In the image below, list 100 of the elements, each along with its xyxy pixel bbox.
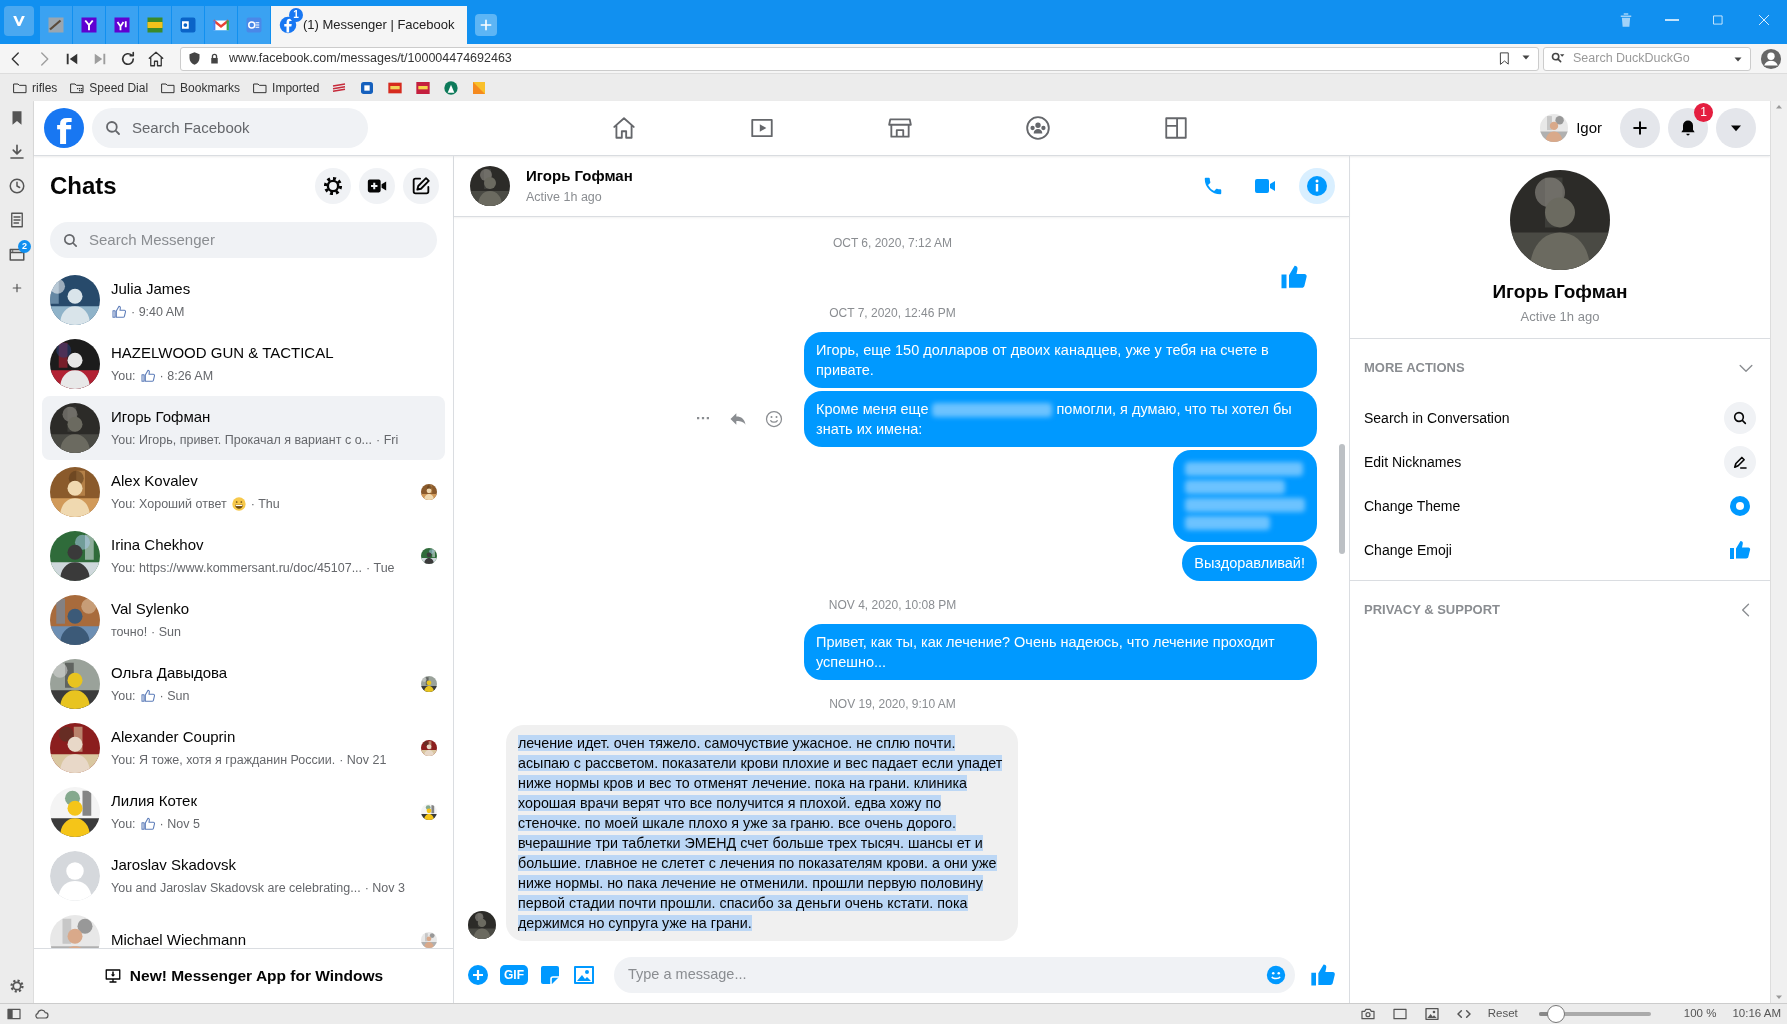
site-icon [279, 16, 297, 34]
chat-item[interactable]: Ольга Давыдова You: · Sun [42, 652, 445, 716]
action-item[interactable]: Edit Nicknames [1350, 440, 1770, 484]
site-icon [47, 16, 65, 34]
window-icon [1391, 1006, 1408, 1022]
chat-item[interactable]: HAZELWOOD GUN & TACTICAL You: · 8:26 AM [42, 332, 445, 396]
chat-item[interactable]: Michael Wiechmann [42, 908, 445, 948]
panel-toggle-button[interactable] [6, 1006, 22, 1022]
sticker-button[interactable] [538, 963, 562, 987]
message-text: Игорь, еще 150 долларов от двоих канадцев, уже у тебя на счете в привате. [816, 341, 1270, 380]
message-field[interactable]: Type a message... [626, 963, 1265, 987]
reload-icon [119, 49, 137, 68]
chat-item[interactable]: Jaroslav Skadovsk You and Jaroslav Skadovsk are celebrating... · Nov 3 [42, 844, 445, 908]
search-field[interactable]: Search Messenger [87, 227, 425, 253]
contact-name: Игорь Гофман [1491, 280, 1629, 304]
emoji-icon[interactable] [764, 409, 784, 429]
settings-icon [9, 978, 25, 994]
logo[interactable]: f [44, 108, 84, 148]
message-bar[interactable]: Type a message... [614, 957, 1295, 993]
image-button[interactable] [572, 963, 596, 987]
chat-item[interactable]: Игорь Гофман You: Игорь, привет. Прокачал я вариант с о... · Fri [42, 396, 445, 460]
message-time: · Nov 5 [159, 815, 200, 833]
message-time: · Tue [366, 559, 395, 577]
promo-link[interactable]: New! Messenger App for Windows [103, 964, 384, 988]
search-icon [104, 119, 122, 137]
bookmark-folder[interactable]: rifles [6, 76, 64, 99]
chat-item[interactable]: Irina Chekhov You: https://www.kommersant.ru/doc/45107... · Tue [42, 524, 445, 588]
site-icon [471, 79, 488, 96]
pinned-tab[interactable] [106, 6, 138, 44]
chat-item[interactable]: Лилия Котек You: · Nov 5 [42, 780, 445, 844]
search-field[interactable]: Search DuckDuckGo [1571, 48, 1726, 69]
bookmark-folder[interactable]: Imported [246, 76, 326, 99]
address-field[interactable]: www.facebook.com/messages/t/100004474692463 [227, 48, 1491, 69]
avatar-icon [1760, 47, 1782, 70]
new-room-button[interactable] [359, 168, 395, 204]
message-preview: You: [111, 367, 136, 385]
bookmark-folder[interactable]: Bookmarks [154, 76, 247, 99]
bookmark-folder[interactable]: Speed Dial [63, 76, 155, 99]
capture-button[interactable] [1359, 1006, 1376, 1022]
info-button[interactable] [1299, 168, 1335, 204]
new-tab-button[interactable] [475, 14, 497, 36]
contact-name: Alexander Couprin [111, 727, 237, 748]
pinned-tab[interactable] [172, 6, 204, 44]
message-time: · 8:26 AM [159, 367, 214, 385]
contact-name: Val Sylenko [111, 599, 190, 620]
action-item[interactable]: Change Theme [1350, 484, 1770, 528]
create-button[interactable] [1620, 108, 1660, 148]
tiling-button[interactable] [1391, 1006, 1408, 1022]
image-icon [1423, 1006, 1440, 1022]
search-field[interactable]: Search Facebook [130, 115, 356, 141]
plus-icon [466, 963, 490, 987]
scrollbar-thumb[interactable] [1339, 444, 1345, 554]
profile-button[interactable] [1759, 46, 1783, 71]
minimize-icon [1665, 19, 1679, 21]
panel-icon [6, 1006, 22, 1022]
emoji-icon[interactable] [1265, 964, 1287, 986]
notifications-button[interactable] [1668, 108, 1708, 148]
slider-thumb[interactable] [1546, 1005, 1565, 1023]
chat-item[interactable]: Val Sylenko точно! · Sun [42, 588, 445, 652]
site-icon [359, 79, 376, 96]
action-item[interactable]: Change Emoji [1350, 528, 1770, 572]
search-bar[interactable]: Search DuckDuckGo [1543, 46, 1751, 71]
bookmark-icon[interactable] [1497, 51, 1512, 66]
site-icon [179, 16, 197, 34]
panel-title: Chats [50, 171, 117, 201]
compose-button[interactable] [403, 168, 439, 204]
search-bar[interactable]: Search Messenger [50, 222, 437, 258]
chat-item[interactable]: Alex Kovalev You: Хороший ответ · Thu [42, 460, 445, 524]
address-bar[interactable]: www.facebook.com/messages/t/100004474692463 [180, 46, 1539, 71]
pinned-tab[interactable] [73, 6, 105, 44]
pinned-tab[interactable] [205, 6, 237, 44]
site-icon [415, 79, 432, 96]
message-time: · Sun [151, 623, 181, 641]
chat-item[interactable]: Julia James · 9:40 AM [42, 268, 445, 332]
account-menu-button[interactable] [1716, 108, 1756, 148]
settings-button[interactable] [315, 168, 351, 204]
browser-tab[interactable]: 1 (1) Messenger | Facebook [271, 6, 467, 44]
like-icon [1728, 538, 1752, 562]
profile-button[interactable]: Igor [1538, 112, 1612, 144]
reset-zoom-button[interactable]: Reset [1487, 1005, 1518, 1023]
contact-name: Jaroslav Skadovsk [111, 855, 238, 876]
notification-badge: 1 [1694, 103, 1713, 122]
site-icon [146, 16, 164, 34]
count-badge: 2 [18, 240, 31, 253]
notes-icon [8, 211, 26, 229]
timestamp: OCT 7, 2020, 12:46 PM [829, 305, 956, 322]
clock-time: 10:16 AM [1732, 1006, 1781, 1022]
phone-icon [1202, 175, 1224, 197]
site-icon [80, 16, 98, 34]
site-icon [245, 16, 263, 34]
home-icon [611, 115, 637, 141]
notification-badge: 1 [289, 8, 303, 22]
sticker-icon [538, 963, 562, 987]
action-item[interactable]: Search in Conversation [1350, 396, 1770, 440]
chat-item[interactable]: Alexander Couprin You: Я тоже, хотя я гражданин России. · Nov 21 [42, 716, 445, 780]
more-options-button[interactable] [466, 963, 490, 987]
pinned-tab[interactable] [238, 6, 270, 44]
search-bar[interactable]: Search Facebook [92, 108, 368, 148]
search-icon [62, 231, 79, 249]
images-button[interactable] [1423, 1006, 1440, 1022]
